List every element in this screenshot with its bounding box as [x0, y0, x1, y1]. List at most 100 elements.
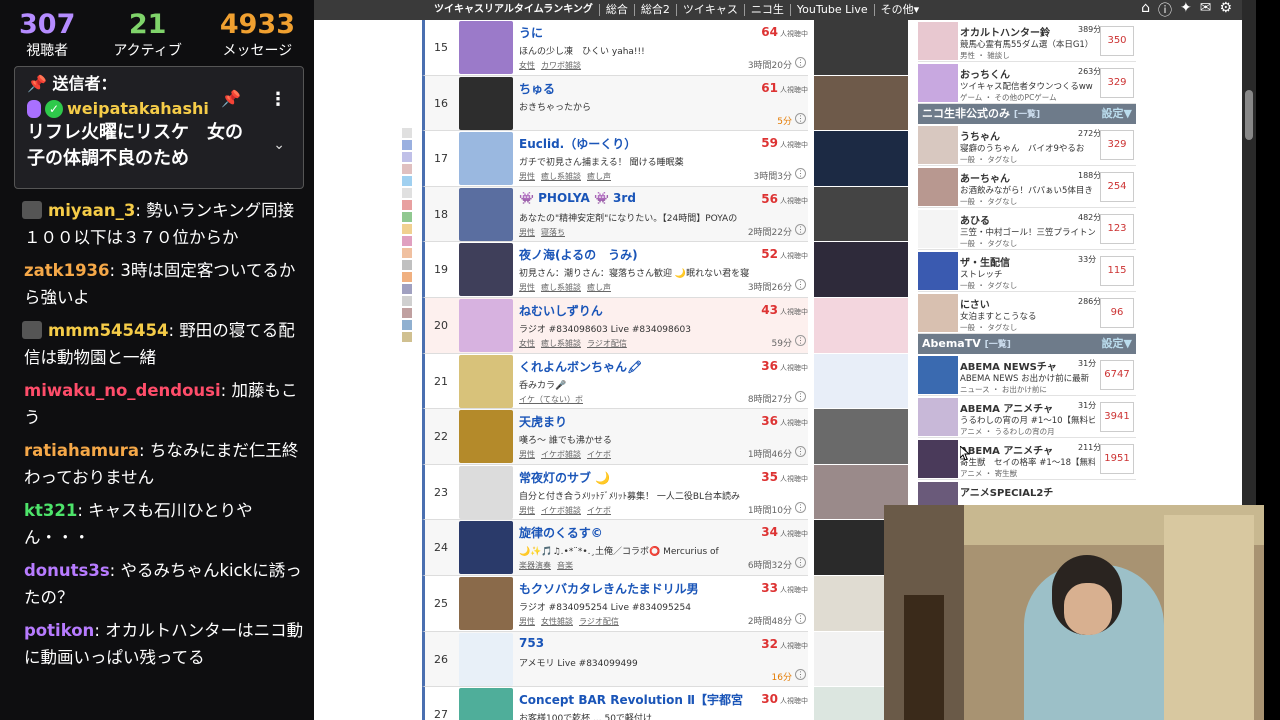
stream-tag[interactable]: 男性	[519, 506, 535, 515]
side-stream-name[interactable]: ABEMA NEWSチャ	[960, 358, 1057, 373]
side-stream-row[interactable]: あーちゃん 188分 お酒飲みながら！パパぁい5体目き 一般 ・ タグなし 254	[918, 166, 1136, 208]
side-stream-name[interactable]: オカルトハンター鈴	[960, 24, 1050, 39]
chat-username[interactable]: donuts3s	[24, 561, 110, 580]
stream-tag[interactable]: ラジオ配信	[587, 339, 627, 348]
stream-screenshot[interactable]	[814, 131, 908, 187]
side-thumbnail[interactable]	[918, 22, 958, 60]
nav-item[interactable]: 総合2	[635, 4, 677, 16]
stream-thumbnail[interactable]	[459, 243, 513, 297]
ranking-row[interactable]: 19 夜ノ海(よるの うみ) 初見さん：潮りさん：寝落ちさん歓迎 🌙眠れない君を寝男…	[422, 242, 808, 298]
stream-title[interactable]: うに	[519, 24, 744, 41]
genre-icon[interactable]	[402, 128, 412, 138]
ranking-row[interactable]: 22 天虎まり 嘆ろ～ 誰でも沸かせる 男性 イケボ雑談 イケボ 36 人視聴中 1時間46分 ⋮	[422, 409, 808, 465]
abema-list-link[interactable]: [一覧]	[985, 340, 1011, 350]
mail-icon[interactable]: ✉	[1200, 0, 1212, 20]
side-stream-row[interactable]: ザ・生配信 33分 ストレッチ 一般 ・ タグなし 115	[918, 250, 1136, 292]
chat-username[interactable]: miyaan_3	[48, 201, 135, 220]
stream-thumbnail[interactable]	[459, 688, 513, 720]
stream-tag[interactable]: 音楽	[557, 561, 573, 570]
stream-thumbnail[interactable]	[459, 76, 513, 130]
stream-thumbnail[interactable]	[459, 21, 513, 74]
side-stream-row[interactable]: あひる 482分 三笠・中村ゴール！三笠プライトン 一般 ・ タグなし 123	[918, 208, 1136, 250]
stream-tag[interactable]: 楽器演奏	[519, 561, 551, 570]
stream-screenshot[interactable]	[814, 186, 908, 243]
genre-icon[interactable]	[402, 308, 412, 318]
side-thumbnail[interactable]	[918, 210, 958, 248]
gear-icon[interactable]: ⚙	[1219, 0, 1232, 20]
side-thumbnail[interactable]	[918, 398, 958, 436]
stream-tag[interactable]: イケボ雑談	[541, 450, 581, 459]
genre-icon[interactable]	[402, 296, 412, 306]
side-stream-name[interactable]: あーちゃん	[960, 170, 1010, 185]
stream-title[interactable]: 夜ノ海(よるの うみ)	[519, 246, 744, 263]
side-thumbnail[interactable]	[918, 440, 958, 478]
nav-item[interactable]: ツイキャス	[677, 4, 745, 16]
ranking-row[interactable]: 26 753 アメモリ Live #834099499 32 人視聴中 16分 ⋮	[422, 631, 808, 688]
pinned-message[interactable]: 📌 送信者： ✓ weipatakahashi リフレ火曜にリスケ 女の子の体調…	[14, 66, 304, 189]
side-stream-row[interactable]: ABEMA NEWSチャ 31分 ABEMA NEWS お出かけ前に最新 ニュース ・…	[918, 354, 1136, 396]
more-menu-icon[interactable]: ⋮	[269, 89, 287, 110]
chat-username[interactable]: zatk1936	[24, 261, 110, 280]
scrollbar-thumb[interactable]	[1245, 90, 1253, 140]
stream-tag[interactable]: 癒し声	[587, 283, 611, 292]
stream-thumbnail[interactable]	[459, 410, 513, 464]
stream-title[interactable]: Concept BAR Revolution Ⅱ【宇都宮	[519, 691, 744, 708]
more-icon[interactable]: ⋮	[795, 612, 806, 624]
stream-tag[interactable]: 男性	[519, 228, 535, 237]
stream-title[interactable]: 常夜灯のサブ 🌙	[519, 469, 744, 486]
stream-thumbnail[interactable]	[459, 576, 513, 630]
stream-tag[interactable]: 癒し声	[587, 172, 611, 181]
stream-tag[interactable]: イケ（てない）ボ	[519, 395, 583, 404]
niconico-setting[interactable]: 設定▼	[1102, 104, 1132, 124]
stream-tag[interactable]: 女性雑談	[541, 617, 573, 626]
more-icon[interactable]: ⋮	[795, 223, 806, 235]
niconico-list-link[interactable]: [一覧]	[1014, 110, 1040, 120]
stream-title[interactable]: ねむいしずりん	[519, 302, 744, 319]
side-stream-name[interactable]: おっちくん	[960, 66, 1010, 81]
stream-title[interactable]: もクソバカタレきんたまドリル男	[519, 580, 744, 597]
side-stream-row[interactable]: ABEMA アニメチャ 31分 うるわしの宵の月 #1～10【無料ビ アニメ ・ うる…	[918, 396, 1136, 438]
stream-tag[interactable]: 癒し系雑談	[541, 283, 581, 292]
nav-item[interactable]: 総合	[600, 4, 635, 16]
stream-screenshot[interactable]	[814, 75, 908, 132]
stream-tag[interactable]: 癒し系雑談	[541, 339, 581, 348]
more-icon[interactable]: ⋮	[795, 112, 806, 124]
side-stream-name[interactable]: ABEMA アニメチャ	[960, 400, 1053, 415]
more-icon[interactable]: ⋮	[795, 279, 806, 291]
genre-icon[interactable]	[402, 212, 412, 222]
side-stream-row[interactable]: オカルトハンター鈴 389分 競馬心霊有馬55ダム選（本日G1） 男性 ・ 雑談し 35…	[918, 20, 1136, 62]
stream-thumbnail[interactable]	[459, 298, 513, 352]
stream-screenshot[interactable]	[814, 20, 908, 76]
ranking-row[interactable]: 21 くれよんボンちゃん🖍 呑みカラ🎤 イケ（てない）ボ 36 人視聴中 8時間27分 ⋮	[422, 353, 808, 410]
stream-title[interactable]: くれよんボンちゃん🖍	[519, 358, 744, 375]
chevron-down-icon[interactable]: ⌄	[273, 137, 285, 153]
stream-tag[interactable]: 女性	[519, 61, 535, 70]
stream-tag[interactable]: イケボ	[587, 506, 611, 515]
more-icon[interactable]: ⋮	[795, 501, 806, 513]
nav-item[interactable]: ニコ生	[745, 4, 791, 16]
side-stream-name[interactable]: アニメSPECIAL2チ	[960, 484, 1053, 499]
stream-tag[interactable]: カワボ雑談	[541, 61, 581, 70]
ranking-row[interactable]: 16 ちゅる おきちゃったから 61 人視聴中 5分 ⋮	[422, 75, 808, 132]
stream-tag[interactable]: 男性	[519, 283, 535, 292]
side-thumbnail[interactable]	[918, 252, 958, 290]
stream-screenshot[interactable]	[814, 409, 908, 465]
stream-thumbnail[interactable]	[459, 521, 513, 575]
side-thumbnail[interactable]	[918, 64, 958, 102]
stream-title[interactable]: 👾 PHOLYA 👾 3rd	[519, 191, 744, 205]
nav-item[interactable]: その他▾	[875, 4, 926, 16]
side-stream-row[interactable]: にさい 286分 女泊ますとこうなる 一般 ・ タグなし 96	[918, 292, 1136, 334]
pinned-user[interactable]: ✓ weipatakahashi	[27, 99, 291, 118]
home-icon[interactable]: ⌂	[1141, 0, 1150, 20]
stream-tag[interactable]: 女性	[519, 339, 535, 348]
genre-icon[interactable]	[402, 200, 412, 210]
chat-username[interactable]: mmm545454	[48, 321, 168, 340]
more-icon[interactable]: ⋮	[795, 57, 806, 68]
stream-title[interactable]: ちゅる	[519, 80, 744, 97]
stream-screenshot[interactable]	[814, 297, 908, 354]
genre-icon[interactable]	[402, 188, 412, 198]
ranking-row[interactable]: 27 Concept BAR Revolution Ⅱ【宇都宮 お客様100で乾杯 …	[422, 687, 808, 720]
ranking-row[interactable]: 25 もクソバカタレきんたまドリル男 ラジオ #834095254 Live #83…	[422, 575, 808, 632]
ranking-row[interactable]: 18 👾 PHOLYA 👾 3rd あなたの"精神安定剤"になりたい。【24時間】P…	[422, 186, 808, 243]
stream-tag[interactable]: 男性	[519, 172, 535, 181]
